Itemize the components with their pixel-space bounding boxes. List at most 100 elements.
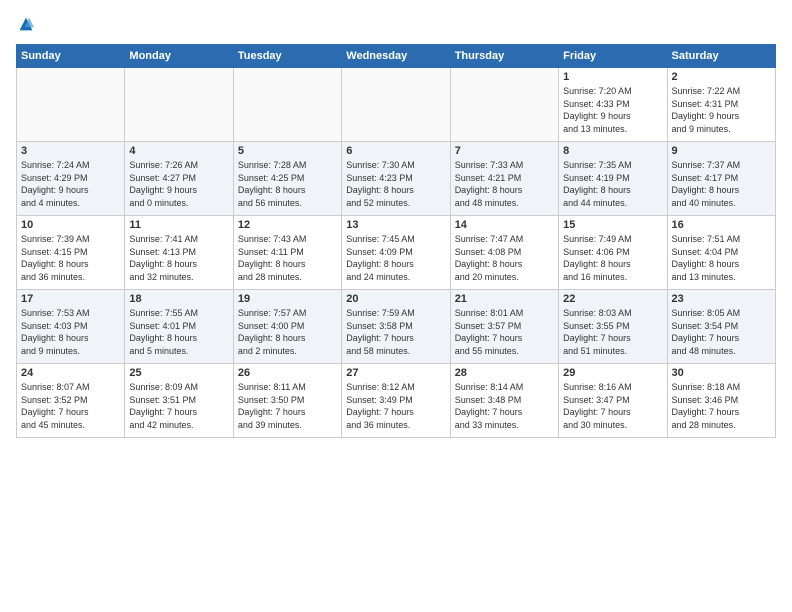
calendar-week-5: 24Sunrise: 8:07 AM Sunset: 3:52 PM Dayli… <box>17 364 776 438</box>
calendar-day <box>233 68 341 142</box>
day-info: Sunrise: 8:16 AM Sunset: 3:47 PM Dayligh… <box>563 381 662 431</box>
calendar-day: 5 Sunrise: 7:28 AM Sunset: 4:25 PM Daylig… <box>233 142 341 216</box>
day-info: Sunrise: 8:09 AM Sunset: 3:51 PM Dayligh… <box>129 381 228 431</box>
day-info: Sunrise: 7:49 AM Sunset: 4:06 PM Dayligh… <box>563 233 662 283</box>
calendar-header-monday: Monday <box>125 45 233 68</box>
day-number: 22 <box>563 293 662 305</box>
day-number: 30 <box>672 367 771 379</box>
calendar-day: 19Sunrise: 7:57 AM Sunset: 4:00 PM Dayli… <box>233 290 341 364</box>
day-info: Sunrise: 7:39 AM Sunset: 4:15 PM Dayligh… <box>21 233 120 283</box>
day-number: 25 <box>129 367 228 379</box>
day-info: Sunrise: 8:12 AM Sunset: 3:49 PM Dayligh… <box>346 381 445 431</box>
day-info: Sunrise: 7:30 AM Sunset: 4:23 PM Dayligh… <box>346 159 445 209</box>
calendar-day: 17 Sunrise: 7:53 AM Sunset: 4:03 PM Dayli… <box>17 290 125 364</box>
day-number: 3 <box>21 145 120 157</box>
day-number: 18 <box>129 293 228 305</box>
calendar-header-tuesday: Tuesday <box>233 45 341 68</box>
calendar-day: 27 Sunrise: 8:12 AM Sunset: 3:49 PM Dayli… <box>342 364 450 438</box>
day-number: 8 <box>563 145 662 157</box>
calendar-day: 20 Sunrise: 7:59 AM Sunset: 3:58 PM Dayli… <box>342 290 450 364</box>
day-info: Sunrise: 7:53 AM Sunset: 4:03 PM Dayligh… <box>21 307 120 357</box>
calendar-day: 15 Sunrise: 7:49 AM Sunset: 4:06 PM Dayli… <box>559 216 667 290</box>
calendar-day: 9Sunrise: 7:37 AM Sunset: 4:17 PM Daylig… <box>667 142 775 216</box>
calendar-header-sunday: Sunday <box>17 45 125 68</box>
day-info: Sunrise: 8:01 AM Sunset: 3:57 PM Dayligh… <box>455 307 554 357</box>
logo <box>16 16 34 32</box>
day-number: 28 <box>455 367 554 379</box>
day-info: Sunrise: 7:20 AM Sunset: 4:33 PM Dayligh… <box>563 85 662 135</box>
calendar-day <box>450 68 558 142</box>
day-info: Sunrise: 7:47 AM Sunset: 4:08 PM Dayligh… <box>455 233 554 283</box>
day-info: Sunrise: 7:28 AM Sunset: 4:25 PM Dayligh… <box>238 159 337 209</box>
calendar-day: 28 Sunrise: 8:14 AM Sunset: 3:48 PM Dayli… <box>450 364 558 438</box>
day-info: Sunrise: 7:33 AM Sunset: 4:21 PM Dayligh… <box>455 159 554 209</box>
calendar-table: SundayMondayTuesdayWednesdayThursdayFrid… <box>16 44 776 438</box>
day-number: 23 <box>672 293 771 305</box>
calendar-day <box>17 68 125 142</box>
calendar-day <box>342 68 450 142</box>
day-number: 4 <box>129 145 228 157</box>
day-number: 21 <box>455 293 554 305</box>
calendar-day: 23 Sunrise: 8:05 AM Sunset: 3:54 PM Dayli… <box>667 290 775 364</box>
day-info: Sunrise: 7:43 AM Sunset: 4:11 PM Dayligh… <box>238 233 337 283</box>
day-info: Sunrise: 7:51 AM Sunset: 4:04 PM Dayligh… <box>672 233 771 283</box>
day-info: Sunrise: 8:05 AM Sunset: 3:54 PM Dayligh… <box>672 307 771 357</box>
day-info: Sunrise: 7:41 AM Sunset: 4:13 PM Dayligh… <box>129 233 228 283</box>
calendar-week-4: 17 Sunrise: 7:53 AM Sunset: 4:03 PM Dayli… <box>17 290 776 364</box>
day-number: 16 <box>672 219 771 231</box>
calendar-day: 12 Sunrise: 7:43 AM Sunset: 4:11 PM Dayli… <box>233 216 341 290</box>
logo-icon <box>18 16 34 32</box>
day-number: 14 <box>455 219 554 231</box>
day-number: 20 <box>346 293 445 305</box>
day-number: 10 <box>21 219 120 231</box>
calendar-day: 18 Sunrise: 7:55 AM Sunset: 4:01 PM Dayli… <box>125 290 233 364</box>
calendar-day: 29Sunrise: 8:16 AM Sunset: 3:47 PM Dayli… <box>559 364 667 438</box>
calendar-day: 30 Sunrise: 8:18 AM Sunset: 3:46 PM Dayli… <box>667 364 775 438</box>
day-number: 19 <box>238 293 337 305</box>
day-number: 7 <box>455 145 554 157</box>
day-info: Sunrise: 7:22 AM Sunset: 4:31 PM Dayligh… <box>672 85 771 135</box>
day-info: Sunrise: 8:03 AM Sunset: 3:55 PM Dayligh… <box>563 307 662 357</box>
calendar-header-thursday: Thursday <box>450 45 558 68</box>
day-number: 17 <box>21 293 120 305</box>
calendar-day: 16 Sunrise: 7:51 AM Sunset: 4:04 PM Dayli… <box>667 216 775 290</box>
day-info: Sunrise: 7:55 AM Sunset: 4:01 PM Dayligh… <box>129 307 228 357</box>
day-number: 9 <box>672 145 771 157</box>
calendar-day: 8 Sunrise: 7:35 AM Sunset: 4:19 PM Daylig… <box>559 142 667 216</box>
calendar-day: 14 Sunrise: 7:47 AM Sunset: 4:08 PM Dayli… <box>450 216 558 290</box>
day-info: Sunrise: 7:59 AM Sunset: 3:58 PM Dayligh… <box>346 307 445 357</box>
day-info: Sunrise: 7:35 AM Sunset: 4:19 PM Dayligh… <box>563 159 662 209</box>
day-info: Sunrise: 8:07 AM Sunset: 3:52 PM Dayligh… <box>21 381 120 431</box>
calendar-day: 25 Sunrise: 8:09 AM Sunset: 3:51 PM Dayli… <box>125 364 233 438</box>
day-number: 6 <box>346 145 445 157</box>
day-number: 5 <box>238 145 337 157</box>
calendar-day: 11Sunrise: 7:41 AM Sunset: 4:13 PM Dayli… <box>125 216 233 290</box>
calendar-day: 26Sunrise: 8:11 AM Sunset: 3:50 PM Dayli… <box>233 364 341 438</box>
calendar-week-3: 10 Sunrise: 7:39 AM Sunset: 4:15 PM Dayli… <box>17 216 776 290</box>
day-info: Sunrise: 8:18 AM Sunset: 3:46 PM Dayligh… <box>672 381 771 431</box>
calendar-day: 2 Sunrise: 7:22 AM Sunset: 4:31 PM Daylig… <box>667 68 775 142</box>
calendar-day: 13Sunrise: 7:45 AM Sunset: 4:09 PM Dayli… <box>342 216 450 290</box>
calendar-header-wednesday: Wednesday <box>342 45 450 68</box>
day-number: 12 <box>238 219 337 231</box>
day-info: Sunrise: 7:26 AM Sunset: 4:27 PM Dayligh… <box>129 159 228 209</box>
calendar-week-2: 3Sunrise: 7:24 AM Sunset: 4:29 PM Daylig… <box>17 142 776 216</box>
day-number: 2 <box>672 71 771 83</box>
calendar-header-row: SundayMondayTuesdayWednesdayThursdayFrid… <box>17 45 776 68</box>
page-container: SundayMondayTuesdayWednesdayThursdayFrid… <box>0 0 792 446</box>
day-number: 1 <box>563 71 662 83</box>
calendar-header-saturday: Saturday <box>667 45 775 68</box>
calendar-week-1: 1 Sunrise: 7:20 AM Sunset: 4:33 PM Daylig… <box>17 68 776 142</box>
calendar-day: 6 Sunrise: 7:30 AM Sunset: 4:23 PM Daylig… <box>342 142 450 216</box>
calendar-day <box>125 68 233 142</box>
day-info: Sunrise: 7:45 AM Sunset: 4:09 PM Dayligh… <box>346 233 445 283</box>
day-number: 15 <box>563 219 662 231</box>
calendar-day: 10 Sunrise: 7:39 AM Sunset: 4:15 PM Dayli… <box>17 216 125 290</box>
calendar-day: 4 Sunrise: 7:26 AM Sunset: 4:27 PM Daylig… <box>125 142 233 216</box>
calendar-header-friday: Friday <box>559 45 667 68</box>
day-number: 27 <box>346 367 445 379</box>
calendar-day: 7 Sunrise: 7:33 AM Sunset: 4:21 PM Daylig… <box>450 142 558 216</box>
day-info: Sunrise: 8:14 AM Sunset: 3:48 PM Dayligh… <box>455 381 554 431</box>
calendar-day: 22 Sunrise: 8:03 AM Sunset: 3:55 PM Dayli… <box>559 290 667 364</box>
calendar-day: 24Sunrise: 8:07 AM Sunset: 3:52 PM Dayli… <box>17 364 125 438</box>
